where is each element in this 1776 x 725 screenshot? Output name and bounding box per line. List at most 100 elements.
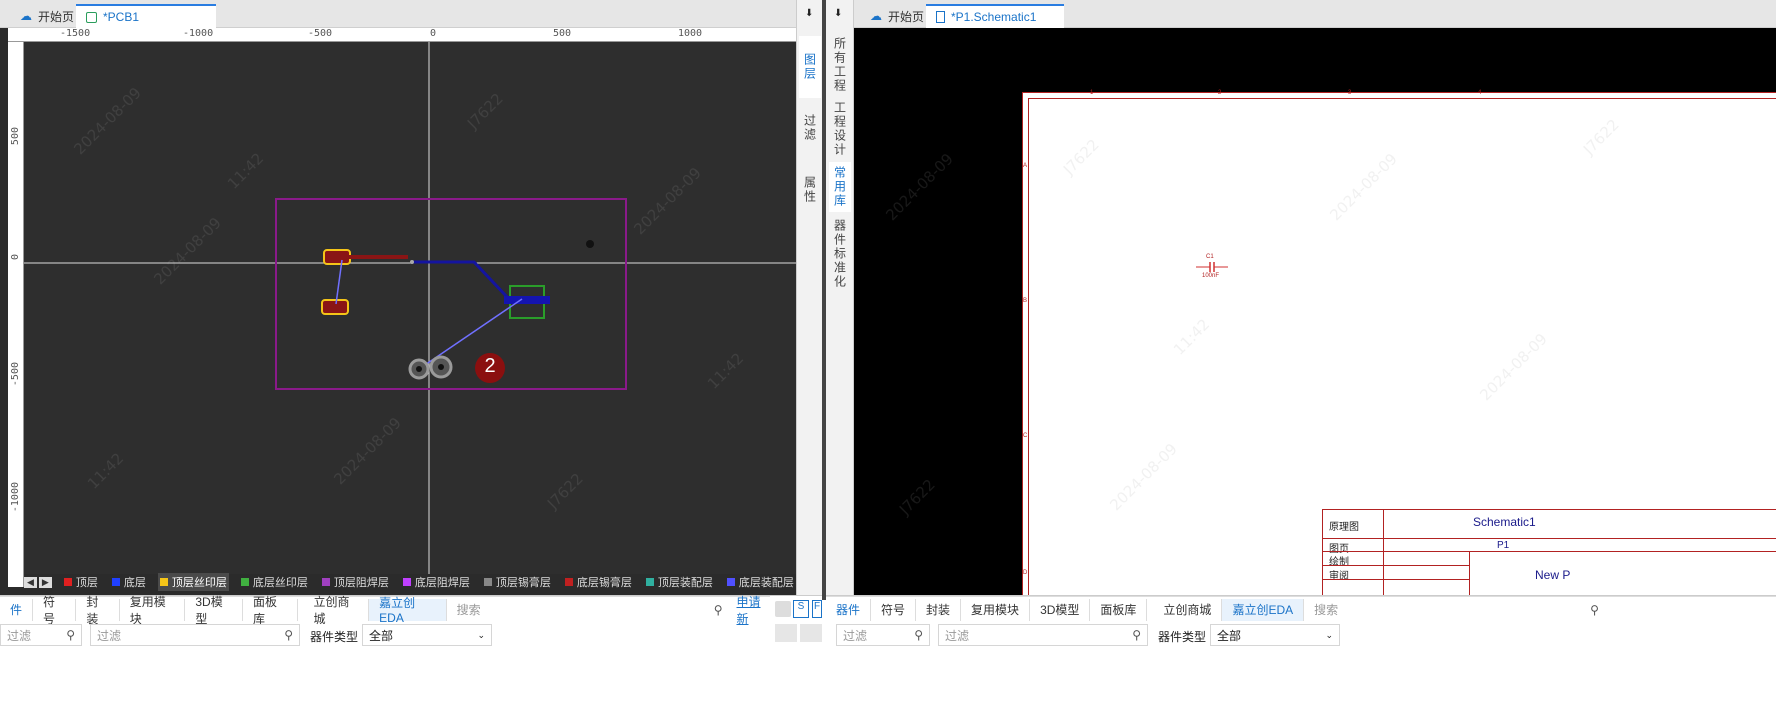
layer-label: 顶层装配层 [657,577,713,589]
lib-tab-label: 立创商城 [313,594,350,626]
filter-input-2[interactable]: 过滤 ⚲ [938,624,1148,646]
capacitor-component[interactable]: C1 100nF [1196,254,1228,282]
lib-tab-devices[interactable]: 件 [0,598,34,621]
tab-start-page[interactable]: ☁ 开始页 [860,4,934,28]
lib-tab-lcsc-mall[interactable]: 立创商城 [304,595,370,626]
lib-tab-label: 搜索 [456,603,481,617]
tool-square[interactable] [775,624,797,642]
lib-tab-jlc-eda[interactable]: 嘉立创EDA [369,596,447,625]
schematic-canvas[interactable]: 1 2 3 4 A B C D C1 100nF 原理图 Schematic1 … [1020,28,1776,595]
lib-tab-symbol[interactable]: 符号 [871,598,917,621]
lib-tab-reuse-module[interactable]: 复用模块 [120,595,186,626]
search-icon[interactable]: ⚲ [714,603,723,617]
lib-tab-label: 搜索 [1314,603,1339,617]
type-select[interactable]: 全部 ⌄ [362,624,492,646]
layer-item[interactable]: 底层 [110,573,148,591]
side-tab-layers[interactable]: 图层 [799,36,821,98]
tab-pcb1[interactable]: *PCB1 [76,4,216,28]
side-tab-filter[interactable]: 过滤 [799,100,821,156]
title-project: New P [1535,568,1571,582]
pcb-drawing [24,42,796,574]
layer-label: 顶层 [75,577,98,589]
layer-item[interactable]: 顶层装配层 [644,573,715,591]
lib-tab-label: 复用模块 [971,603,1020,617]
pcb-tabbar: ☁ 开始页 *PCB1 [0,0,822,28]
lib-tab-3d-model[interactable]: 3D模型 [1030,598,1091,621]
lib-tab-reuse-module[interactable]: 复用模块 [961,598,1031,621]
type-select[interactable]: 全部 ⌄ [1210,624,1340,646]
lib-tab-panel-lib[interactable]: 面板库 [1090,598,1148,621]
search-icon: ⚲ [1132,628,1141,642]
toggle-s-button[interactable]: S [793,600,809,618]
toggle-f-button[interactable]: F [812,600,822,618]
lib-tab-footprint[interactable]: 封装 [76,595,120,626]
tab-start-page[interactable]: ☁ 开始页 [10,4,84,28]
lib-tab-footprint[interactable]: 封装 [916,598,962,621]
lib-tab-label: 面板库 [1100,603,1137,617]
frame-col-label: 3 [1348,90,1352,96]
ruler-tick: -1000 [10,482,21,513]
search-icon[interactable]: ⚲ [1590,603,1599,617]
layer-item[interactable]: 底层装配层 [725,573,796,591]
layer-item[interactable]: 底层阻焊层 [401,573,472,591]
layer-label: 底层丝印层 [252,577,308,589]
layer-bar: ◀ ▶ 顶层 底层 顶层丝印层 底层丝印层 顶层阻焊层 底层阻焊层 顶层锡膏层 … [24,573,796,591]
layer-item[interactable]: 底层锡膏层 [563,573,634,591]
scroll-right-button[interactable]: ▶ [38,576,52,588]
schematic-panel: ⬇ 所有工程 工程设计 常用库 器件标准化 ☁ 开始页 *P1.Schemati… [826,0,1776,595]
lib-tab-panel-lib[interactable]: 面板库 [243,595,298,626]
lib-tab-label: 立创商城 [1163,603,1212,617]
side-tab-label: 常用库 [832,166,847,208]
frame-row-label: C [1023,433,1028,439]
title-block: 原理图 Schematic1 图页 P1 绘制 审阅 New P [1322,509,1776,595]
layer-item[interactable]: 顶层阻焊层 [320,573,391,591]
filter-input-2[interactable]: 过滤 ⚲ [90,624,300,646]
capacitor-symbol [1196,262,1228,272]
pin-icon[interactable]: ⬇ [805,8,813,19]
side-tab-strip-right: ⬇ 所有工程 工程设计 常用库 器件标准化 [826,0,854,595]
filter-input[interactable]: 过滤 ⚲ [836,624,930,646]
lib-tab-3d-model[interactable]: 3D模型 [185,595,243,626]
chevron-down-icon: ⌄ [1325,629,1333,640]
side-tab-properties[interactable]: 属性 [799,160,821,220]
pcb-panel: ☁ 开始页 *PCB1 -1500 -1000 -500 0 500 1000 … [0,0,822,595]
search-icon: ⚲ [66,628,75,642]
title-type-label: 原理图 [1329,522,1359,533]
layer-item[interactable]: 顶层丝印层 [157,573,229,591]
lib-search-input[interactable]: 搜索 [1304,599,1594,621]
lib-tab-lcsc-mall[interactable]: 立创商城 [1153,598,1223,621]
lib-tab-label: 嘉立创EDA [379,596,416,625]
ruler-tick: -1500 [60,28,91,39]
filter-input[interactable]: 过滤 ⚲ [0,624,82,646]
lib-tab-jlc-eda[interactable]: 嘉立创EDA [1222,598,1305,621]
side-tab-common-lib[interactable]: 常用库 [829,162,851,212]
library-panel-left: 件 符号 封装 复用模块 3D模型 面板库 立创商城 嘉立创EDA 搜索 ⚲ 申… [0,595,822,725]
lib-tab-devices[interactable]: 器件 [826,598,872,621]
side-tab-standardize[interactable]: 器件标准化 [829,216,851,292]
tab-label: *P1.Schematic1 [951,10,1037,24]
frame-row-label: B [1023,298,1028,304]
chevron-down-icon: ⌄ [477,629,485,640]
lib-tab-symbol[interactable]: 符号 [33,595,77,626]
side-tab-label: 图层 [802,53,817,81]
type-value: 全部 [1217,628,1242,643]
side-tab-all-projects[interactable]: 所有工程 [829,34,851,96]
layer-item[interactable]: 顶层 [62,573,100,591]
save-icon[interactable] [775,601,791,617]
lib-tab-label: 封装 [86,594,99,626]
scroll-left-button[interactable]: ◀ [24,576,37,588]
component-value: 100nF [1202,273,1220,279]
side-tab-label: 属性 [802,176,817,204]
layer-item[interactable]: 底层丝印层 [239,573,310,591]
apply-new-link[interactable]: 申请新 [737,593,771,627]
ruler-horizontal: -1500 -1000 -500 0 500 1000 [8,28,796,42]
pcb-canvas[interactable]: 2 2024-08-09 11:42 2024-08-09 J7622 2024… [24,42,796,574]
lib-search-input[interactable]: 搜索 [447,599,720,621]
canvas-badge: 2 [484,355,496,377]
side-tab-project-design[interactable]: 工程设计 [829,98,851,160]
layer-label: 顶层阻焊层 [333,577,389,589]
tool-square[interactable] [800,624,822,642]
layer-item[interactable]: 顶层锡膏层 [482,573,553,591]
pin-icon[interactable]: ⬇ [834,8,842,19]
tab-schematic1[interactable]: *P1.Schematic1 [926,4,1064,28]
